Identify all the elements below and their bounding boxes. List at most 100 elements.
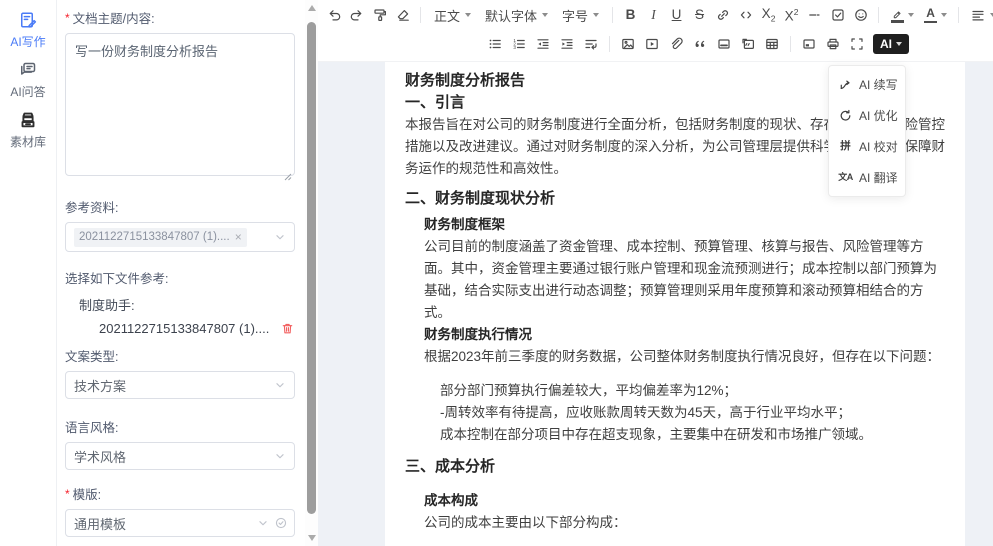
- doc-type-value: 技术方案: [74, 376, 126, 395]
- doc-heading: 三、成本分析: [405, 456, 945, 478]
- bullet-list-button[interactable]: [483, 32, 507, 56]
- video-icon: [644, 36, 660, 52]
- undo-button[interactable]: [322, 3, 345, 27]
- trash-icon[interactable]: [280, 321, 295, 336]
- caret-down-icon: [542, 13, 548, 17]
- toolbar-divider: [790, 36, 791, 52]
- line-break-button[interactable]: [579, 32, 603, 56]
- align-icon: [970, 7, 986, 23]
- caret-down-icon: [465, 13, 471, 17]
- emoji-icon: [853, 7, 869, 23]
- menu-item-ai-proofread[interactable]: 拼 AI 校对: [829, 131, 905, 162]
- scroll-down-icon[interactable]: [308, 535, 316, 541]
- menu-item-ai-continue[interactable]: AI 续写: [829, 69, 905, 100]
- code-block-button[interactable]: [736, 32, 760, 56]
- chevron-down-icon: [256, 516, 270, 530]
- doc-type-select[interactable]: 技术方案: [65, 371, 295, 399]
- chevron-down-icon: [273, 378, 287, 392]
- toolbar-divider: [609, 36, 610, 52]
- reference-select[interactable]: 2021122715133847807 (1).... ×: [65, 222, 295, 252]
- font-size-value: 字号: [562, 6, 588, 25]
- scroll-up-icon[interactable]: [308, 5, 316, 11]
- scrollbar-thumb[interactable]: [307, 22, 316, 514]
- font-size-dropdown[interactable]: 字号: [555, 6, 606, 25]
- template-select[interactable]: 通用模板: [65, 509, 295, 537]
- code-icon: [738, 7, 754, 23]
- preview-button[interactable]: [797, 32, 821, 56]
- inline-code-button[interactable]: [734, 3, 757, 27]
- nav-item-ai-writing[interactable]: AI写作: [0, 10, 56, 50]
- paragraph-style-dropdown[interactable]: 正文: [427, 6, 478, 25]
- nav-label: 素材库: [10, 133, 46, 150]
- menu-item-ai-translate[interactable]: 文A AI 翻译: [829, 162, 905, 193]
- chat-bubbles-icon: [18, 60, 38, 80]
- outdent-button[interactable]: [531, 32, 555, 56]
- toolbar-divider: [958, 7, 959, 23]
- print-button[interactable]: [821, 32, 845, 56]
- font-color-dropdown[interactable]: A: [919, 7, 952, 23]
- todo-list-button[interactable]: [826, 3, 849, 27]
- ai-menu-button[interactable]: AI: [873, 34, 909, 54]
- divider-block-icon: [716, 36, 732, 52]
- redo-icon: [349, 7, 365, 23]
- strikethrough-button[interactable]: S: [688, 3, 711, 27]
- font-family-dropdown[interactable]: 默认字体: [478, 6, 555, 25]
- underline-button[interactable]: U: [665, 3, 688, 27]
- italic-icon: I: [651, 8, 656, 22]
- resize-handle-icon[interactable]: [284, 168, 292, 176]
- clear-format-button[interactable]: [391, 3, 414, 27]
- paperclip-icon: [668, 36, 684, 52]
- doc-type-label: 文案类型:: [65, 346, 295, 365]
- subscript-button[interactable]: X2: [757, 3, 780, 27]
- undo-icon: [326, 7, 342, 23]
- reference-tag-text: 2021122715133847807 (1)....: [79, 231, 230, 243]
- language-style-select[interactable]: 学术风格: [65, 442, 295, 470]
- ai-translate-icon: 文A: [838, 170, 853, 185]
- doc-list-line: 成本控制在部分项目中存在超支现象，主要集中在研发和市场推广领域。: [440, 424, 945, 446]
- blockquote-button[interactable]: [688, 32, 712, 56]
- redo-button[interactable]: [345, 3, 368, 27]
- panel-scrollbar[interactable]: [305, 0, 318, 546]
- format-painter-button[interactable]: [368, 3, 391, 27]
- language-style-value: 学术风格: [74, 447, 126, 466]
- link-button[interactable]: [711, 3, 734, 27]
- toolbar-row-2: 123 AI: [318, 30, 993, 58]
- doc-subheading: 成本构成: [424, 490, 945, 512]
- insert-video-button[interactable]: [640, 32, 664, 56]
- highlight-color-dropdown[interactable]: [885, 8, 919, 23]
- doc-paragraph: 根据2023年前三季度的财务数据，公司整体财务制度执行情况良好，但存在以下问题：: [424, 346, 945, 368]
- strikethrough-icon: S: [695, 8, 704, 22]
- highlight-color-bar: [891, 20, 904, 23]
- align-dropdown[interactable]: [965, 7, 993, 23]
- ai-optimize-icon: [838, 108, 853, 123]
- tag-close-icon[interactable]: ×: [235, 230, 242, 244]
- insert-image-button[interactable]: [616, 32, 640, 56]
- fullscreen-button[interactable]: [845, 32, 869, 56]
- template-label-text: 模版:: [73, 484, 101, 503]
- emoji-button[interactable]: [849, 3, 872, 27]
- insert-table-button[interactable]: [760, 32, 784, 56]
- indent-button[interactable]: [555, 32, 579, 56]
- doc-subheading: 财务制度框架: [424, 214, 945, 236]
- bold-icon: B: [626, 8, 636, 22]
- horizontal-rule-icon: [807, 7, 823, 23]
- divider-block-button[interactable]: [712, 32, 736, 56]
- bullet-list-icon: [487, 36, 503, 52]
- code-block-icon: [740, 36, 756, 52]
- italic-button[interactable]: I: [642, 3, 665, 27]
- toolbar-row-1: 正文 默认字体 字号 B I U S X2 X2: [318, 0, 993, 30]
- file-select-label: 选择如下文件参考:: [65, 268, 295, 287]
- bold-button[interactable]: B: [619, 3, 642, 27]
- format-painter-icon: [372, 7, 388, 23]
- ordered-list-button[interactable]: 123: [507, 32, 531, 56]
- paragraph-style-value: 正文: [434, 6, 460, 25]
- nav-item-ai-qa[interactable]: AI问答: [0, 60, 56, 100]
- indent-icon: [559, 36, 575, 52]
- horizontal-rule-button[interactable]: [803, 3, 826, 27]
- reference-label: 参考资料:: [65, 197, 295, 216]
- attachment-button[interactable]: [664, 32, 688, 56]
- nav-item-material-library[interactable]: 素材库: [0, 110, 56, 150]
- topic-textarea[interactable]: 写一份财务制度分析报告: [65, 33, 295, 176]
- menu-item-ai-optimize[interactable]: AI 优化: [829, 100, 905, 131]
- superscript-button[interactable]: X2: [780, 3, 803, 27]
